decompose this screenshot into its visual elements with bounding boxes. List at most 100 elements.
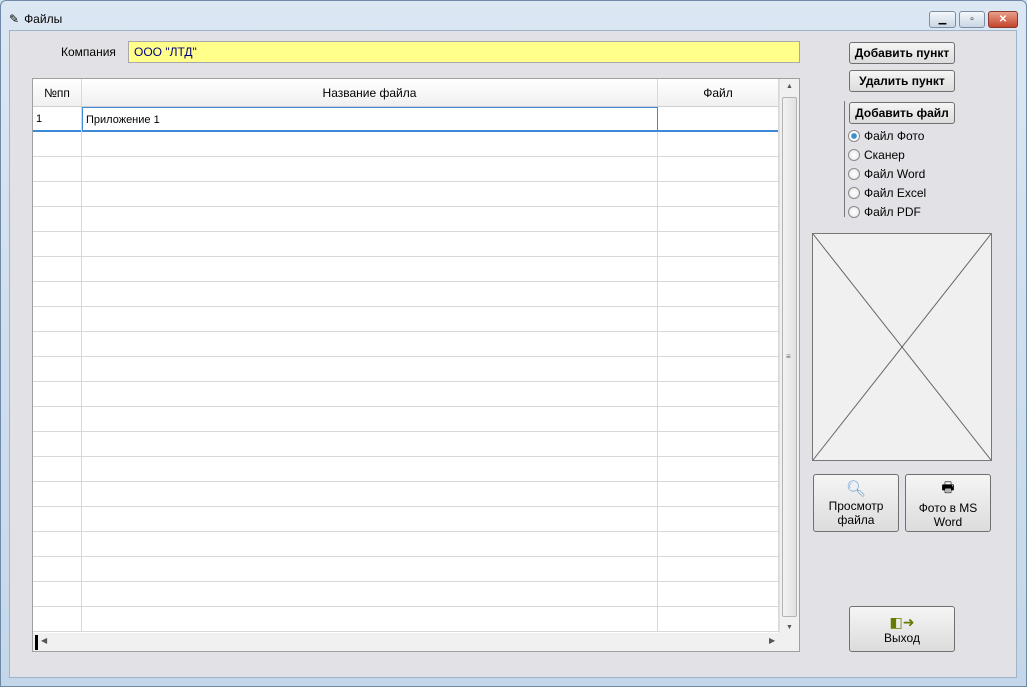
table-row[interactable]	[33, 607, 779, 632]
cell-file[interactable]	[658, 332, 779, 357]
cell-file[interactable]	[658, 532, 779, 557]
photo-to-word-button[interactable]: 🖶 Фото в MS Word	[905, 474, 991, 532]
table-row[interactable]	[33, 482, 779, 507]
cell-file[interactable]	[658, 607, 779, 632]
table-row[interactable]	[33, 507, 779, 532]
cell-num[interactable]	[33, 382, 82, 407]
cell-num[interactable]	[33, 282, 82, 307]
cell-num[interactable]	[33, 182, 82, 207]
cell-num[interactable]	[33, 257, 82, 282]
table-row[interactable]	[33, 432, 779, 457]
cell-file[interactable]	[658, 407, 779, 432]
radio-icon[interactable]	[848, 206, 860, 218]
table-row[interactable]	[33, 207, 779, 232]
cell-name[interactable]	[82, 407, 658, 432]
exit-button[interactable]: ◧➜ Выход	[849, 606, 955, 652]
cell-file[interactable]	[658, 207, 779, 232]
table-row[interactable]	[33, 307, 779, 332]
cell-file[interactable]	[658, 457, 779, 482]
cell-num[interactable]	[33, 407, 82, 432]
scroll-down-icon[interactable]: ▼	[780, 624, 799, 631]
delete-item-button[interactable]: Удалить пункт	[849, 70, 955, 92]
scroll-right-icon[interactable]: ▶	[769, 636, 775, 645]
cell-file[interactable]	[658, 507, 779, 532]
radio-file-type[interactable]: Файл Excel	[848, 186, 926, 200]
cell-num[interactable]	[33, 432, 82, 457]
radio-icon[interactable]	[848, 130, 860, 142]
cell-file[interactable]	[658, 357, 779, 382]
view-file-button[interactable]: 🔍︎ Просмотр файла	[813, 474, 899, 532]
table-row[interactable]	[33, 257, 779, 282]
cell-file[interactable]	[658, 307, 779, 332]
cell-name[interactable]	[82, 332, 658, 357]
cell-file[interactable]	[658, 257, 779, 282]
cell-file[interactable]	[658, 282, 779, 307]
cell-name[interactable]	[82, 482, 658, 507]
cell-num[interactable]	[33, 157, 82, 182]
cell-file[interactable]	[658, 132, 779, 157]
radio-icon[interactable]	[848, 187, 860, 199]
radio-file-type[interactable]: Файл Word	[848, 167, 925, 181]
cell-name[interactable]	[82, 457, 658, 482]
radio-icon[interactable]	[848, 168, 860, 180]
cell-num[interactable]	[33, 307, 82, 332]
table-row[interactable]	[33, 232, 779, 257]
cell-num[interactable]	[33, 457, 82, 482]
cell-num[interactable]	[33, 357, 82, 382]
cell-name[interactable]	[82, 307, 658, 332]
cell-file[interactable]	[658, 432, 779, 457]
cell-name[interactable]	[82, 507, 658, 532]
table-row[interactable]	[33, 532, 779, 557]
radio-icon[interactable]	[848, 149, 860, 161]
cell-num[interactable]	[33, 332, 82, 357]
cell-num[interactable]	[33, 532, 82, 557]
cell-name[interactable]	[82, 357, 658, 382]
table-row[interactable]	[33, 282, 779, 307]
cell-file[interactable]	[658, 482, 779, 507]
table-row[interactable]	[33, 407, 779, 432]
cell-num[interactable]	[33, 482, 82, 507]
cell-name[interactable]	[82, 157, 658, 182]
cell-name[interactable]	[82, 382, 658, 407]
column-header-name[interactable]: Название файла	[82, 79, 658, 107]
cell-file[interactable]	[658, 582, 779, 607]
add-file-button[interactable]: Добавить файл	[849, 102, 955, 124]
cell-num[interactable]	[33, 582, 82, 607]
cell-file[interactable]	[658, 182, 779, 207]
table-row[interactable]	[33, 382, 779, 407]
vertical-scrollbar[interactable]: ▲ ≡ ▼	[779, 79, 799, 633]
scroll-left-icon[interactable]: ◀	[41, 636, 47, 645]
radio-file-type[interactable]: Файл PDF	[848, 205, 921, 219]
cell-file[interactable]	[658, 382, 779, 407]
table-row[interactable]: 1 Приложение 1	[33, 107, 779, 132]
cell-name[interactable]	[82, 207, 658, 232]
table-row[interactable]	[33, 132, 779, 157]
cell-name[interactable]	[82, 557, 658, 582]
scroll-up-icon[interactable]: ▲	[780, 83, 799, 90]
cell-num[interactable]	[33, 132, 82, 157]
table-row[interactable]	[33, 182, 779, 207]
cell-num[interactable]	[33, 507, 82, 532]
radio-file-type[interactable]: Сканер	[848, 148, 905, 162]
scroll-thumb[interactable]: ≡	[782, 97, 797, 617]
minimize-button[interactable]: ▁	[929, 11, 956, 28]
cell-name[interactable]	[82, 257, 658, 282]
cell-file[interactable]	[658, 107, 779, 132]
cell-num[interactable]: 1	[33, 107, 82, 132]
company-field[interactable]: ООО "ЛТД"	[128, 41, 800, 63]
cell-num[interactable]	[33, 607, 82, 632]
table-row[interactable]	[33, 582, 779, 607]
cell-name[interactable]	[82, 182, 658, 207]
cell-name[interactable]	[82, 132, 658, 157]
close-button[interactable]: ✕	[988, 11, 1018, 28]
add-item-button[interactable]: Добавить пункт	[849, 42, 955, 64]
cell-num[interactable]	[33, 232, 82, 257]
cell-file[interactable]	[658, 157, 779, 182]
cell-num[interactable]	[33, 557, 82, 582]
radio-file-type[interactable]: Файл Фото	[848, 129, 924, 143]
cell-file[interactable]	[658, 232, 779, 257]
column-header-file[interactable]: Файл	[658, 79, 779, 107]
cell-name[interactable]	[82, 432, 658, 457]
cell-name[interactable]	[82, 532, 658, 557]
cell-name[interactable]	[82, 282, 658, 307]
